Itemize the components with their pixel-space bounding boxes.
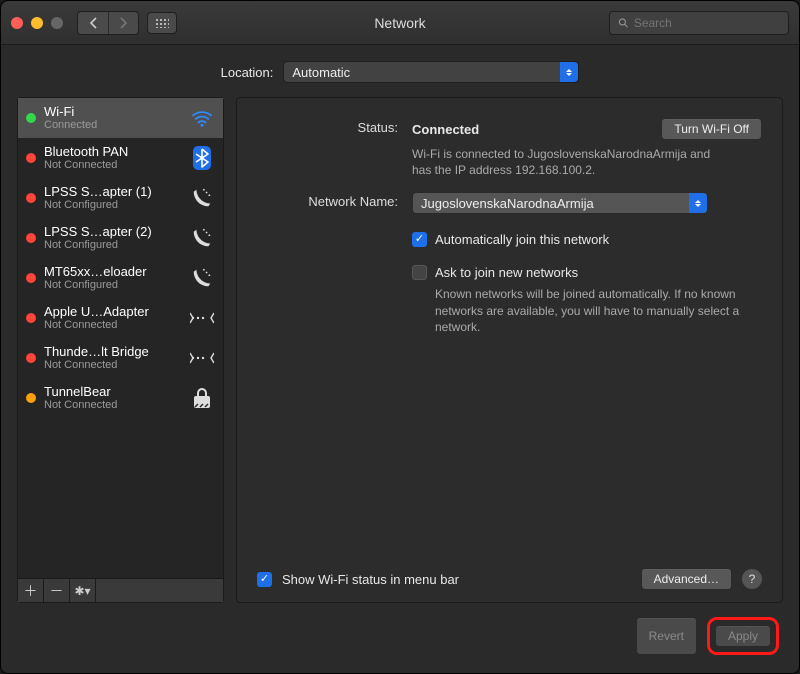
service-text: Apple U…AdapterNot Connected — [44, 304, 181, 331]
location-label: Location: — [221, 65, 274, 80]
apply-button[interactable]: Apply — [715, 625, 771, 647]
ask-join-checkbox[interactable] — [412, 265, 427, 280]
phone-icon — [189, 267, 215, 289]
show-all-button[interactable] — [147, 12, 177, 34]
auto-join-row[interactable]: Automatically join this network — [412, 232, 762, 247]
service-text: MT65xx…eloaderNot Configured — [44, 264, 181, 291]
back-button[interactable] — [78, 12, 108, 34]
help-button[interactable]: ? — [742, 569, 762, 589]
service-status: Not Configured — [44, 279, 181, 291]
status-dot-icon — [26, 273, 36, 283]
network-name-value: JugoslovenskaNarodnaArmija — [421, 196, 594, 211]
service-status: Not Configured — [44, 239, 181, 251]
service-sidebar: Wi-FiConnectedBluetooth PANNot Connected… — [17, 97, 224, 603]
revert-button[interactable]: Revert — [636, 617, 697, 655]
service-name: LPSS S…apter (2) — [44, 224, 181, 239]
service-name: Thunde…lt Bridge — [44, 344, 181, 359]
service-status: Not Connected — [44, 319, 181, 331]
service-text: Bluetooth PANNot Connected — [44, 144, 181, 171]
service-item[interactable]: Bluetooth PANNot Connected — [18, 138, 223, 178]
status-description: Wi-Fi is connected to JugoslovenskaNarod… — [412, 146, 732, 178]
close-window-icon[interactable] — [11, 17, 23, 29]
sidebar-toolbar: ＋ － ✱▾ — [18, 578, 223, 602]
status-value: Connected — [412, 122, 479, 137]
remove-service-button[interactable]: － — [44, 579, 70, 602]
location-value: Automatic — [292, 65, 350, 80]
service-status: Connected — [44, 119, 181, 131]
wifi-toggle-button[interactable]: Turn Wi-Fi Off — [661, 118, 762, 140]
show-menu-checkbox[interactable] — [257, 572, 272, 587]
wifi-icon — [189, 109, 215, 127]
phone-icon — [189, 227, 215, 249]
service-text: LPSS S…apter (2)Not Configured — [44, 224, 181, 251]
ask-join-row[interactable]: Ask to join new networks — [412, 265, 762, 280]
service-name: Apple U…Adapter — [44, 304, 181, 319]
service-text: LPSS S…apter (1)Not Configured — [44, 184, 181, 211]
status-dot-icon — [26, 233, 36, 243]
ethernet-icon — [189, 310, 215, 326]
service-actions-button[interactable]: ✱▾ — [70, 579, 96, 602]
search-input[interactable] — [634, 16, 780, 30]
zoom-window-icon[interactable] — [51, 17, 63, 29]
ethernet-icon — [189, 350, 215, 366]
ask-join-description: Known networks will be joined automatica… — [435, 286, 755, 335]
service-list: Wi-FiConnectedBluetooth PANNot Connected… — [18, 98, 223, 578]
show-menu-label: Show Wi-Fi status in menu bar — [282, 572, 459, 587]
status-dot-icon — [26, 393, 36, 403]
phone-icon — [189, 187, 215, 209]
auto-join-label: Automatically join this network — [435, 232, 609, 247]
network-name-select[interactable]: JugoslovenskaNarodnaArmija — [412, 192, 708, 214]
status-dot-icon — [26, 153, 36, 163]
network-prefs-window: Network Location: Automatic Wi-FiConnect… — [0, 0, 800, 674]
service-item[interactable]: LPSS S…apter (2)Not Configured — [18, 218, 223, 258]
service-item[interactable]: Thunde…lt BridgeNot Connected — [18, 338, 223, 378]
titlebar: Network — [1, 1, 799, 45]
service-name: Wi-Fi — [44, 104, 181, 119]
status-dot-icon — [26, 193, 36, 203]
apply-highlight-annotation: Apply — [707, 617, 779, 655]
body: Wi-FiConnectedBluetooth PANNot Connected… — [1, 97, 799, 617]
service-text: Wi-FiConnected — [44, 104, 181, 131]
service-text: TunnelBearNot Connected — [44, 384, 181, 411]
chevron-up-down-icon — [560, 62, 578, 82]
service-name: MT65xx…eloader — [44, 264, 181, 279]
add-service-button[interactable]: ＋ — [18, 579, 44, 602]
service-name: Bluetooth PAN — [44, 144, 181, 159]
network-name-label: Network Name: — [257, 192, 412, 209]
grid-icon — [155, 18, 169, 28]
chevron-up-down-icon — [689, 193, 707, 213]
ask-join-label: Ask to join new networks — [435, 265, 578, 280]
status-dot-icon — [26, 353, 36, 363]
location-select[interactable]: Automatic — [283, 61, 579, 83]
service-status: Not Connected — [44, 359, 181, 371]
forward-button[interactable] — [108, 12, 138, 34]
nav-segment — [77, 11, 139, 35]
location-row: Location: Automatic — [1, 45, 799, 97]
bluetooth-icon — [189, 145, 215, 171]
status-dot-icon — [26, 113, 36, 123]
advanced-button[interactable]: Advanced… — [641, 568, 732, 590]
minimize-window-icon[interactable] — [31, 17, 43, 29]
status-label: Status: — [257, 118, 412, 135]
status-dot-icon — [26, 313, 36, 323]
detail-bottom-bar: Show Wi-Fi status in menu bar Advanced… … — [257, 568, 762, 590]
service-item[interactable]: LPSS S…apter (1)Not Configured — [18, 178, 223, 218]
service-text: Thunde…lt BridgeNot Connected — [44, 344, 181, 371]
auto-join-checkbox[interactable] — [412, 232, 427, 247]
service-status: Not Configured — [44, 199, 181, 211]
service-name: LPSS S…apter (1) — [44, 184, 181, 199]
service-status: Not Connected — [44, 399, 181, 411]
detail-panel: Status: Connected Turn Wi-Fi Off Wi-Fi i… — [236, 97, 783, 603]
search-field[interactable] — [609, 11, 789, 35]
service-item[interactable]: TunnelBearNot Connected — [18, 378, 223, 418]
service-status: Not Connected — [44, 159, 181, 171]
search-icon — [618, 17, 629, 29]
footer: Revert Apply — [1, 617, 799, 673]
service-item[interactable]: Wi-FiConnected — [18, 98, 223, 138]
service-name: TunnelBear — [44, 384, 181, 399]
traffic-lights — [11, 17, 63, 29]
lock-icon — [189, 387, 215, 409]
service-item[interactable]: MT65xx…eloaderNot Configured — [18, 258, 223, 298]
service-item[interactable]: Apple U…AdapterNot Connected — [18, 298, 223, 338]
